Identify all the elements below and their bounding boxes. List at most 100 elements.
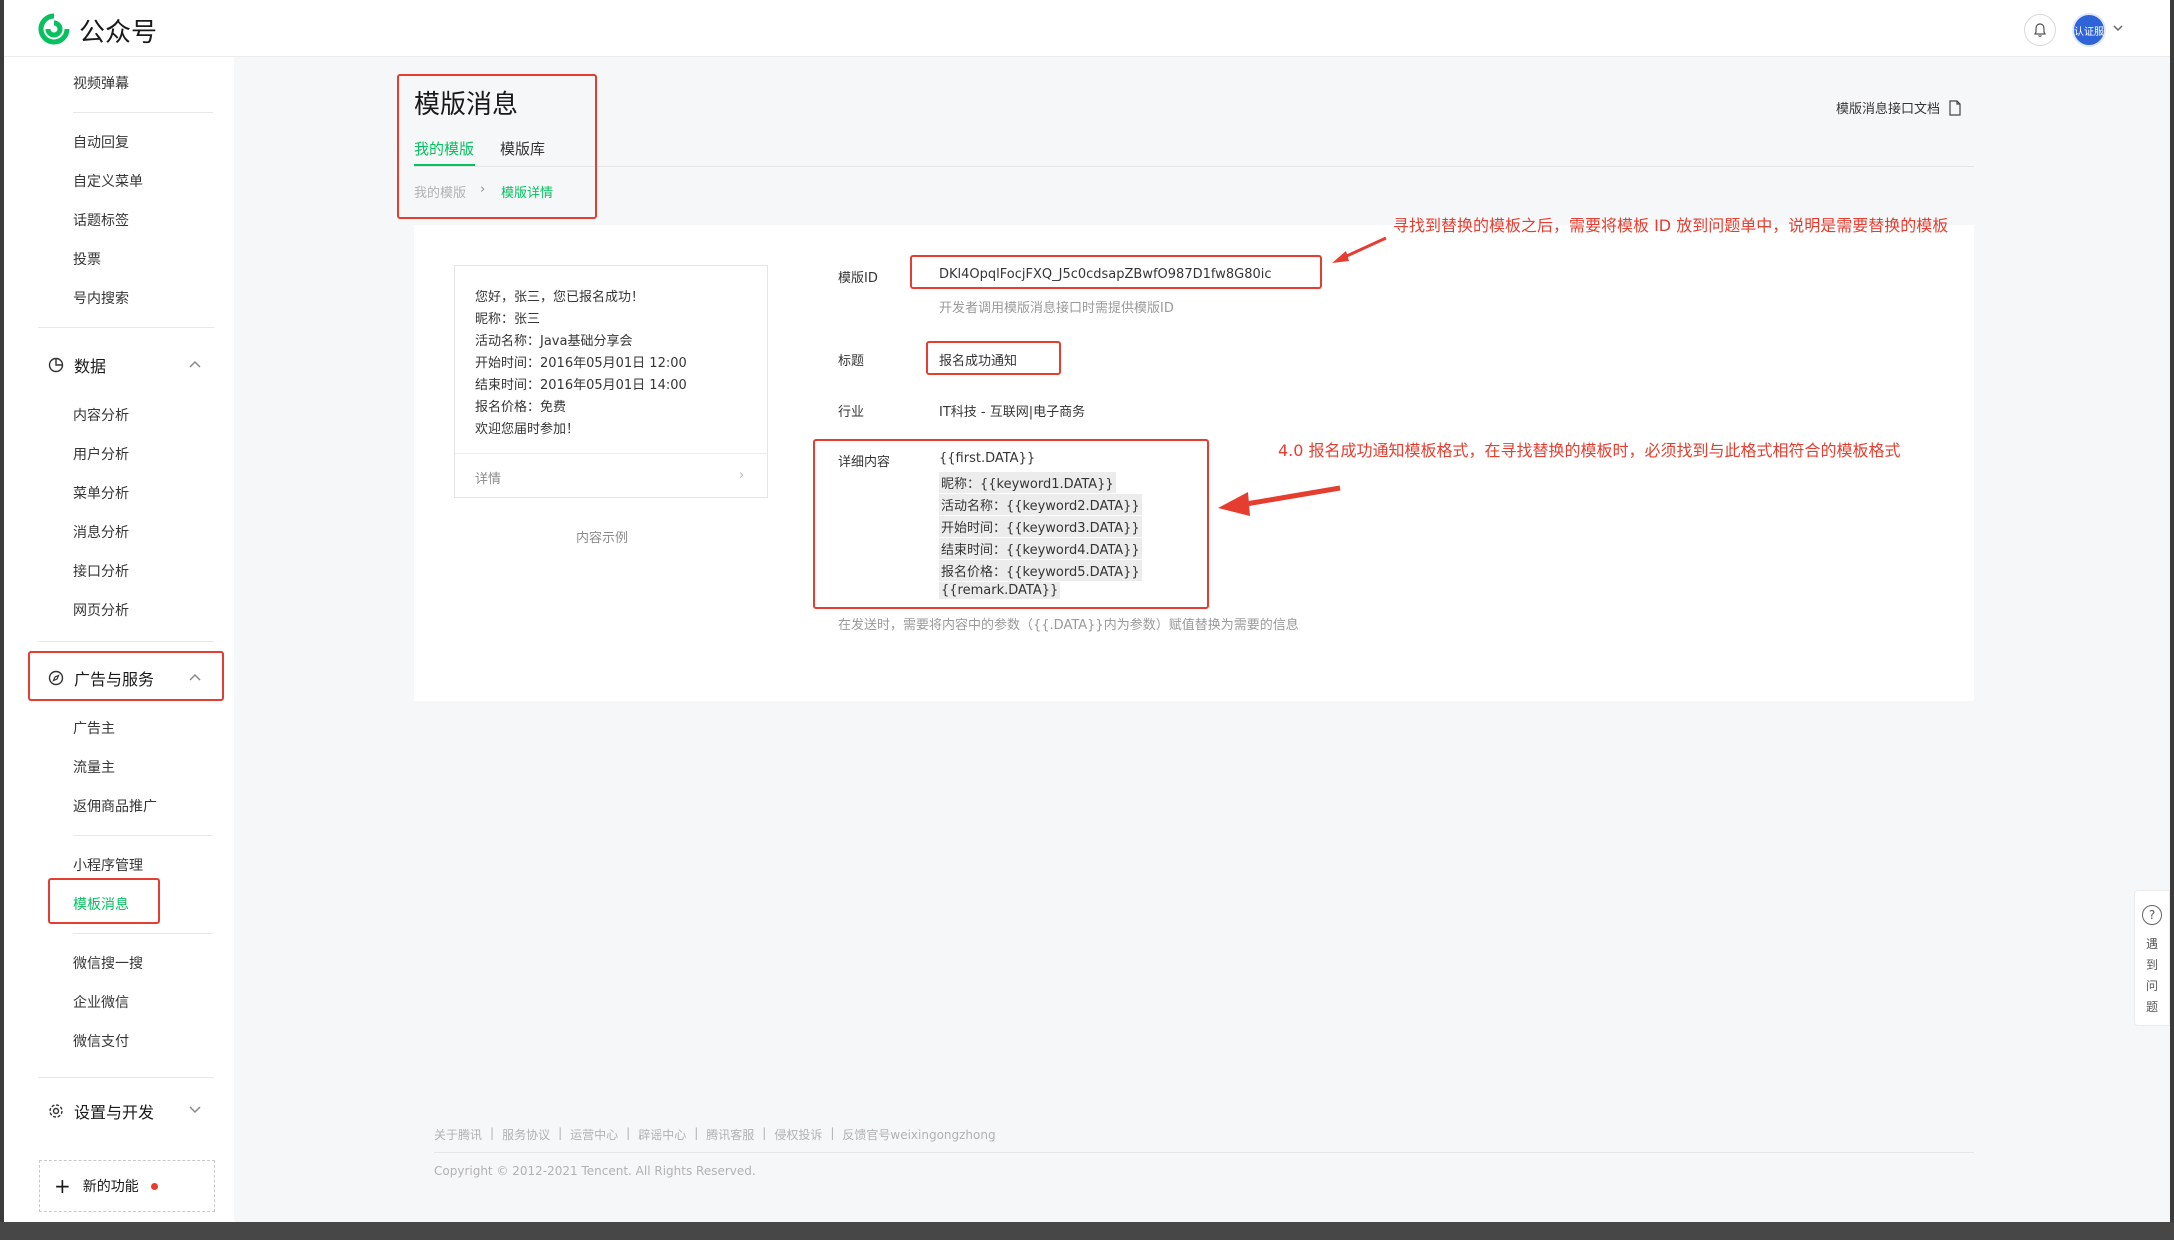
sidebar-group-settings[interactable]: 设置与开发: [48, 1099, 154, 1123]
sidebar-item-auto-reply[interactable]: 自动回复: [73, 132, 129, 152]
sidebar-item-custom-menu[interactable]: 自定义菜单: [73, 171, 143, 191]
new-features-label: 新的功能: [82, 1179, 139, 1195]
sidebar-group-data[interactable]: 数据: [48, 353, 106, 377]
template-id-label: 模版ID: [838, 271, 878, 286]
gear-icon: [49, 1104, 63, 1118]
preview-line: 昵称：张三: [475, 312, 541, 327]
sidebar-item-wechat-pay[interactable]: 微信支付: [73, 1031, 129, 1051]
footer-separator: |: [694, 1126, 699, 1140]
footer-link[interactable]: 服务协议: [502, 1126, 550, 1143]
footer-separator: |: [490, 1126, 495, 1140]
help-char: 问: [2145, 979, 2158, 993]
plus-icon: +: [54, 1174, 71, 1198]
title-label: 标题: [838, 354, 865, 369]
annotation-arrow-icon: [1332, 236, 1387, 263]
content-hint: 在发送时，需要将内容中的参数（{{.DATA}}内为参数）赋值替换为需要的信息: [838, 618, 1299, 633]
preview-line: 欢迎您届时参加！: [475, 422, 580, 437]
annotation-box-ads-group: [28, 651, 224, 701]
preview-detail-label: 详情: [475, 472, 502, 487]
divider: [38, 1077, 214, 1078]
copyright: Copyright © 2012-2021 Tencent. All Right…: [434, 1164, 756, 1178]
footer-link[interactable]: 关于腾讯: [434, 1126, 482, 1143]
sidebar-item-menu-analysis[interactable]: 菜单分析: [73, 483, 129, 503]
sidebar-item-video-danmaku[interactable]: 视频弹幕: [73, 73, 129, 93]
avatar[interactable]: 认证服: [2072, 13, 2106, 47]
annotation-box-content: [813, 439, 1209, 609]
preview-line: 您好，张三，您已报名成功！: [475, 290, 645, 305]
sidebar-item-wecom[interactable]: 企业微信: [73, 992, 129, 1012]
sidebar-item-content-analysis[interactable]: 内容分析: [73, 405, 129, 425]
preview-detail-link[interactable]: 详情 ›: [455, 453, 767, 498]
sidebar-group-label: 数据: [74, 357, 107, 376]
divider: [434, 1152, 1974, 1153]
footer-separator: |: [762, 1126, 767, 1140]
help-char: 遇: [2145, 937, 2158, 951]
sidebar-item-wechat-search[interactable]: 微信搜一搜: [73, 953, 143, 973]
divider: [414, 166, 1974, 167]
pie-chart-icon: [48, 357, 64, 373]
annotation-note-middle: 4.0 报名成功通知模板格式，在寻找替换的模板时，必须找到与此格式相符合的模板格…: [1278, 441, 1901, 460]
divider: [73, 933, 213, 934]
help-button[interactable]: ? 遇 到 问 题: [2134, 890, 2170, 1026]
template-id-hint: 开发者调用模版消息接口时需提供模版ID: [939, 301, 1174, 316]
help-char: 到: [2145, 958, 2158, 972]
notification-bell-icon[interactable]: [2024, 14, 2056, 46]
sidebar-item-advertiser[interactable]: 广告主: [73, 718, 115, 738]
chevron-right-icon: ›: [739, 468, 745, 483]
sidebar-item-message-analysis[interactable]: 消息分析: [73, 522, 129, 542]
footer-separator: |: [626, 1126, 631, 1140]
sidebar-item-webpage-analysis[interactable]: 网页分析: [73, 600, 129, 620]
sidebar-item-commission-promotion[interactable]: 返佣商品推广: [73, 796, 157, 816]
divider: [38, 641, 214, 642]
top-bar: 公众号 认证服: [4, 0, 2170, 57]
footer-link[interactable]: 侵权投诉: [774, 1126, 822, 1143]
taskbar-strip: [0, 1222, 2174, 1240]
preview-line: 结束时间：2016年05月01日 14:00: [475, 378, 687, 393]
document-icon: [1949, 99, 1961, 116]
app-window: 公众号 认证服 视频弹幕 自动回复 自定义菜单 话题标签 投票 号内搜索 数据 …: [4, 0, 2170, 1222]
annotation-box-template-menu: [48, 878, 160, 924]
new-features-button[interactable]: + 新的功能: [39, 1160, 215, 1212]
new-badge-dot: [150, 1182, 158, 1190]
annotation-box-title: [926, 341, 1061, 375]
sidebar-item-vote[interactable]: 投票: [73, 249, 101, 269]
chevron-down-icon[interactable]: [188, 1105, 202, 1115]
preview-line: 报名价格：免费: [475, 400, 567, 415]
brand-title: 公众号: [79, 18, 158, 48]
footer-link[interactable]: 反馈官号weixingongzhong: [842, 1126, 995, 1143]
annotation-arrow-icon: [1218, 485, 1341, 516]
api-doc-label: 模版消息接口文档: [1836, 102, 1941, 117]
industry-value: IT科技 - 互联网|电子商务: [939, 405, 1086, 420]
sidebar: 视频弹幕 自动回复 自定义菜单 话题标签 投票 号内搜索 数据 内容分析 用户分…: [4, 57, 234, 1222]
footer-link[interactable]: 运营中心: [570, 1126, 618, 1143]
preview-line: 开始时间：2016年05月01日 12:00: [475, 356, 687, 371]
chevron-down-icon[interactable]: [2112, 22, 2124, 34]
sidebar-group-label: 设置与开发: [74, 1103, 155, 1122]
help-char: 题: [2145, 1000, 2158, 1014]
message-preview: 您好，张三，您已报名成功！ 昵称：张三 活动名称：Java基础分享会 开始时间：…: [454, 265, 768, 498]
annotation-box-header: [397, 74, 597, 219]
api-doc-link[interactable]: 模版消息接口文档: [1836, 98, 1962, 117]
divider: [73, 835, 213, 836]
sidebar-item-publisher[interactable]: 流量主: [73, 757, 115, 777]
sidebar-item-api-analysis[interactable]: 接口分析: [73, 561, 129, 581]
chevron-up-icon[interactable]: [188, 359, 202, 369]
preview-caption: 内容示例: [576, 531, 629, 546]
footer-separator: |: [558, 1126, 563, 1140]
industry-label: 行业: [838, 405, 865, 420]
question-icon: ?: [2142, 905, 2162, 925]
annotation-note-top: 寻找到替换的模板之后，需要将模板 ID 放到问题单中，说明是需要替换的模板: [1393, 216, 1949, 235]
wechat-logo-icon: [38, 13, 70, 45]
divider: [73, 112, 213, 113]
sidebar-item-mini-program[interactable]: 小程序管理: [73, 855, 143, 875]
annotation-box-template-id: [910, 255, 1322, 289]
footer-link[interactable]: 腾讯客服: [706, 1126, 754, 1143]
sidebar-item-user-analysis[interactable]: 用户分析: [73, 444, 129, 464]
footer-link[interactable]: 辟谣中心: [638, 1126, 686, 1143]
sidebar-item-in-account-search[interactable]: 号内搜索: [73, 288, 129, 308]
footer-separator: |: [830, 1126, 835, 1140]
divider: [38, 327, 214, 328]
footer-links: 关于腾讯 | 服务协议 | 运营中心 | 辟谣中心 | 腾讯客服 | 侵权投诉 | 反馈官号…: [434, 1126, 996, 1143]
sidebar-item-topic-tags[interactable]: 话题标签: [73, 210, 129, 230]
preview-line: 活动名称：Java基础分享会: [475, 334, 633, 349]
